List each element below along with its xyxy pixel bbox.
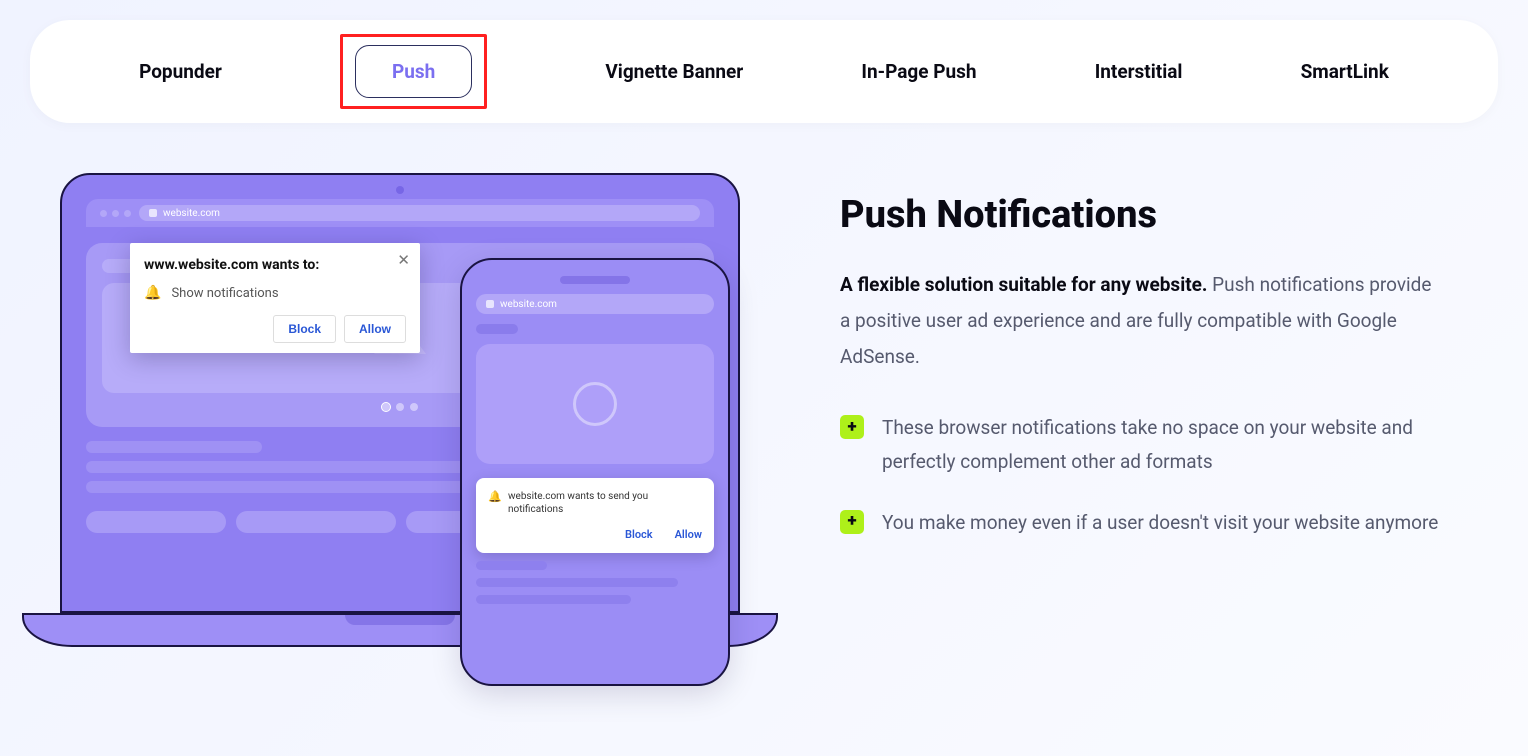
tab-push-highlight[interactable]: Push [340, 34, 487, 109]
mobile-url: website.com [500, 299, 557, 310]
mobile-permission-dialog: 🔔 website.com wants to send you notifica… [476, 478, 714, 553]
plus-icon: + [840, 510, 864, 534]
bell-icon: 🔔 [488, 490, 500, 502]
mobile-block-button[interactable]: Block [625, 528, 653, 541]
browser-url: website.com [163, 208, 220, 219]
bullet-item: + These browser notifications take no sp… [840, 411, 1440, 479]
desktop-permission-dialog: ✕ www.website.com wants to: 🔔 Show notif… [130, 243, 420, 353]
push-illustration: website.com ✕ [40, 173, 780, 703]
lead-paragraph: A flexible solution suitable for any web… [840, 267, 1440, 375]
permission-label: Show notifications [171, 286, 278, 301]
tab-vignette-banner[interactable]: Vignette Banner [605, 60, 743, 83]
browser-bar: website.com [86, 199, 714, 227]
lock-icon [149, 209, 157, 217]
tab-in-page-push[interactable]: In-Page Push [861, 60, 976, 83]
info-panel: Push Notifications A flexible solution s… [840, 173, 1440, 703]
bullet-item: + You make money even if a user doesn't … [840, 506, 1440, 540]
section-heading: Push Notifications [840, 193, 1440, 237]
tab-push[interactable]: Push [355, 45, 472, 98]
lock-icon [486, 300, 494, 308]
plus-icon: + [840, 415, 864, 439]
tab-interstitial[interactable]: Interstitial [1095, 60, 1183, 83]
block-button[interactable]: Block [273, 315, 336, 343]
mobile-allow-button[interactable]: Allow [675, 528, 702, 541]
bell-icon: 🔔 [144, 285, 161, 301]
tab-popunder[interactable]: Popunder [139, 60, 222, 83]
mobile-dialog-text: website.com wants to send you notificati… [508, 490, 702, 516]
allow-button[interactable]: Allow [344, 315, 406, 343]
close-icon[interactable]: ✕ [397, 251, 410, 269]
ad-format-tabs: Popunder Push Vignette Banner In-Page Pu… [30, 20, 1498, 123]
phone-mockup: website.com 🔔 website.com wants to send … [460, 258, 730, 686]
dialog-title: www.website.com wants to: [144, 257, 406, 273]
tab-smartlink[interactable]: SmartLink [1301, 60, 1389, 83]
